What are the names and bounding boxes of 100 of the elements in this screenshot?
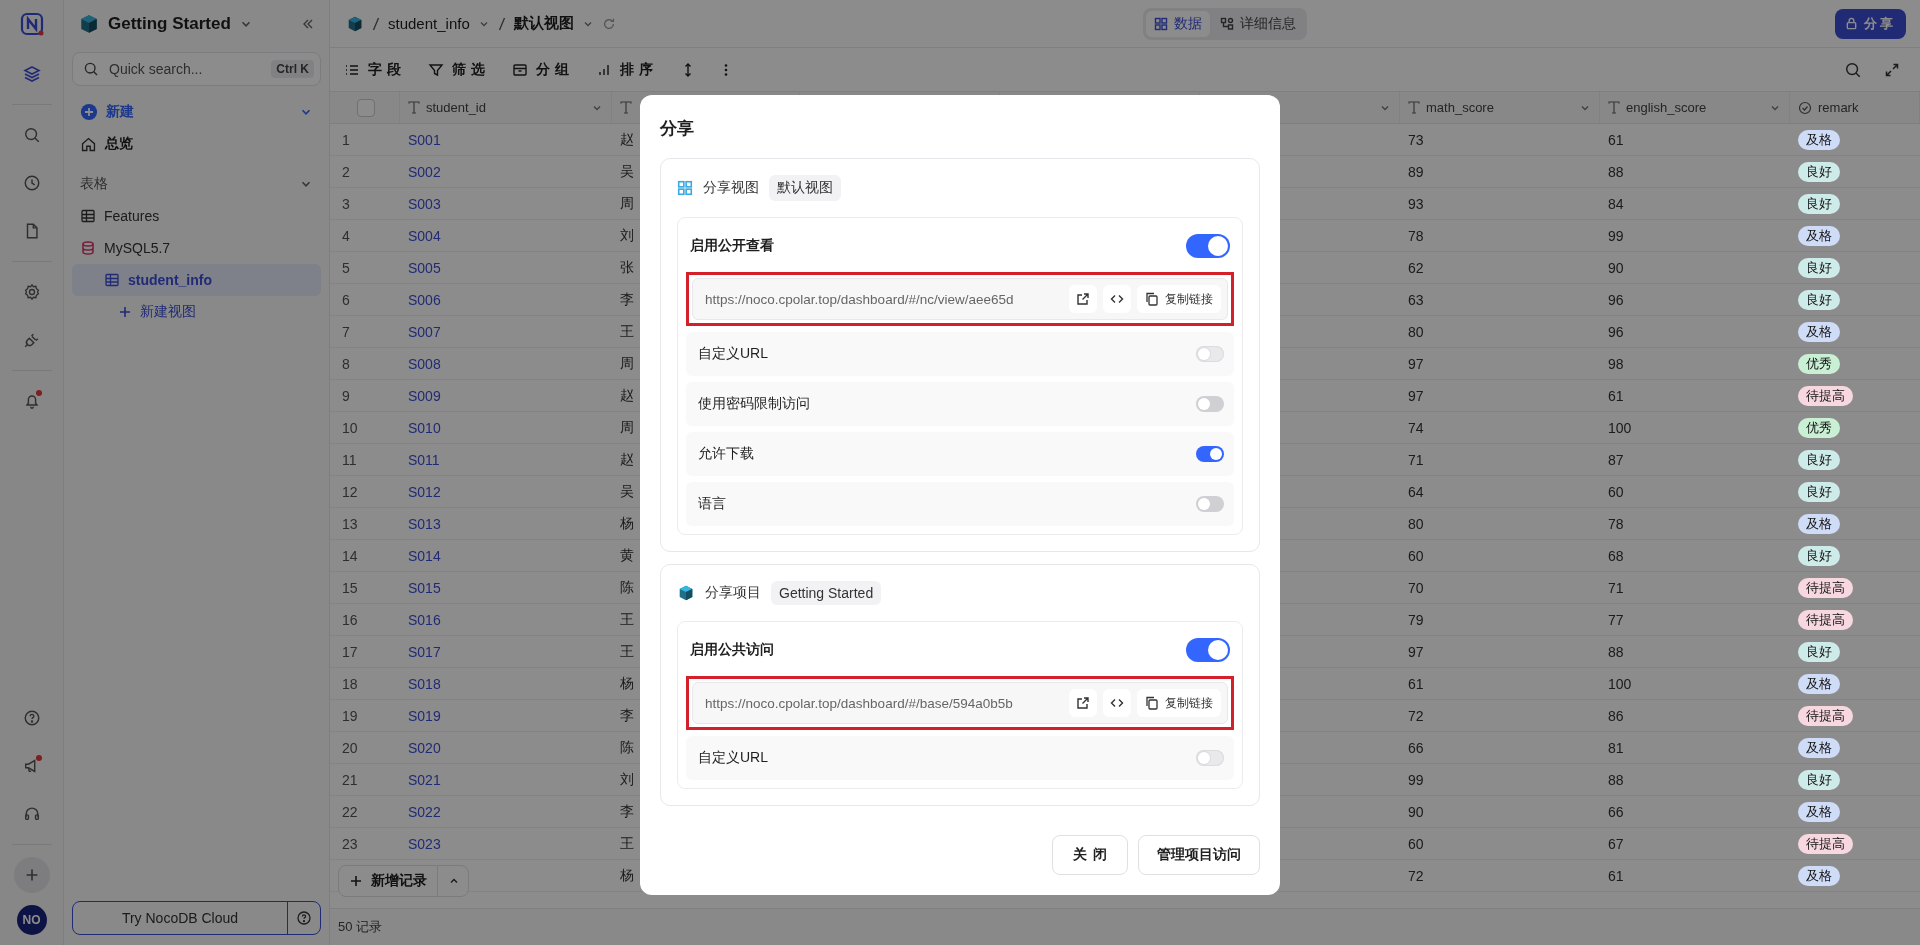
table-cell: 李 xyxy=(620,290,634,309)
select-all-checkbox[interactable] xyxy=(356,98,375,117)
table-cell: S001 xyxy=(408,131,441,148)
embed-button[interactable] xyxy=(1103,689,1131,717)
copy-icon xyxy=(1145,696,1159,710)
open-link-button[interactable] xyxy=(1069,285,1097,313)
manage-access-button[interactable]: 管理项目访问 xyxy=(1138,835,1260,875)
status-tag: 及格 xyxy=(1798,129,1840,150)
table-cell: 88 xyxy=(1608,771,1624,788)
toggle-switch[interactable] xyxy=(1196,396,1224,412)
copy-link-button[interactable]: 复制链接 xyxy=(1137,285,1221,313)
section-label: 分享视图 xyxy=(703,179,759,197)
user-avatar[interactable]: NO xyxy=(16,905,47,935)
table-cell: S014 xyxy=(408,547,441,564)
expand-icon[interactable] xyxy=(1884,61,1900,78)
new-button[interactable]: 新建 xyxy=(106,103,134,121)
status-tag: 待提高 xyxy=(1798,609,1853,630)
toggle-switch[interactable] xyxy=(1196,446,1224,462)
table-cell: 68 xyxy=(1608,547,1624,564)
option-label: 启用公开查看 xyxy=(690,237,774,255)
status-tag: 良好 xyxy=(1798,193,1840,214)
dialog-title: 分享 xyxy=(660,118,695,140)
row-number: 14 xyxy=(342,547,358,564)
status-tag: 良好 xyxy=(1798,289,1840,310)
table-cell: S023 xyxy=(408,835,441,852)
share-button[interactable]: 分享 xyxy=(1835,8,1906,39)
sidebar-item[interactable]: student_info xyxy=(72,264,321,296)
close-button[interactable]: 关闭 xyxy=(1052,835,1128,875)
option-label: 使用密码限制访问 xyxy=(698,395,810,413)
toggle-switch[interactable] xyxy=(1186,638,1230,662)
row-number: 7 xyxy=(342,323,350,340)
table-cell: S015 xyxy=(408,579,441,596)
table-cell: 周 xyxy=(620,354,634,373)
sidebar-nav-button[interactable] xyxy=(13,857,50,893)
overview-link[interactable]: 总览 xyxy=(105,135,133,153)
table-cell: 71 xyxy=(1608,579,1624,596)
table-cell: 王 xyxy=(620,642,634,661)
row-number: 16 xyxy=(342,611,358,628)
table-cell: 刘 xyxy=(620,226,634,245)
sidebar-item[interactable]: 新建视图 xyxy=(72,296,321,328)
column-header[interactable]: remark xyxy=(1818,100,1859,115)
toggle-switch[interactable] xyxy=(1196,496,1224,512)
copy-link-button[interactable]: 复制链接 xyxy=(1137,689,1221,717)
table-cell: 赵 xyxy=(620,450,634,469)
table-cell: S017 xyxy=(408,643,441,660)
toolbar-button[interactable]: 筛选 xyxy=(428,60,490,79)
external-link-icon xyxy=(1076,292,1090,306)
sidebar-item[interactable]: Features xyxy=(72,200,321,232)
table-cell: 66 xyxy=(1608,803,1624,820)
toggle-switch[interactable] xyxy=(1186,234,1230,258)
view-tab[interactable]: 数据 xyxy=(1146,10,1211,37)
logo-icon[interactable] xyxy=(19,12,44,36)
refresh-icon[interactable] xyxy=(601,16,616,31)
row-number: 8 xyxy=(342,355,350,372)
search-input[interactable]: Quick search... xyxy=(107,60,264,78)
column-header[interactable]: english_score xyxy=(1626,100,1707,115)
check-circle-icon xyxy=(1798,100,1812,115)
sidebar-item[interactable]: MySQL5.7 xyxy=(72,232,321,264)
table-cell: S022 xyxy=(408,803,441,820)
open-link-button[interactable] xyxy=(1069,689,1097,717)
view-tab[interactable]: 详细信息 xyxy=(1212,10,1305,37)
search-icon[interactable] xyxy=(1844,60,1862,79)
table-cell: 78 xyxy=(1408,227,1424,244)
status-tag: 及格 xyxy=(1798,513,1840,534)
table-cell: S002 xyxy=(408,163,441,180)
row-number: 22 xyxy=(342,803,358,820)
row-number: 2 xyxy=(342,163,350,180)
row-number: 12 xyxy=(342,483,358,500)
column-header[interactable]: math_score xyxy=(1426,100,1494,115)
table-cell: 98 xyxy=(1608,355,1624,372)
url-text: https://noco.cpolar.top/dashboard/#/base/594a0b5b xyxy=(705,695,1014,711)
status-tag: 良好 xyxy=(1798,769,1840,790)
breadcrumb-item[interactable]: 默认视图 xyxy=(513,14,574,33)
table-cell: 72 xyxy=(1408,707,1424,724)
embed-button[interactable] xyxy=(1103,285,1131,313)
table-cell: S016 xyxy=(408,611,441,628)
workspace-title[interactable]: Getting Started xyxy=(108,14,231,34)
table-cell: 王 xyxy=(620,322,634,341)
toolbar-button[interactable]: 字段 xyxy=(344,60,406,79)
collapse-icon[interactable] xyxy=(301,17,315,31)
toolbar-button[interactable]: 分组 xyxy=(512,60,574,79)
target-chip: Getting Started xyxy=(771,581,882,605)
table-cell: 吴 xyxy=(620,482,634,501)
lock-icon xyxy=(1845,17,1858,30)
table-cell: S006 xyxy=(408,291,441,308)
toolbar-button[interactable]: 排序 xyxy=(596,60,658,79)
table-cell: 王 xyxy=(620,610,634,629)
status-tag: 优秀 xyxy=(1798,353,1840,374)
column-header[interactable]: student_id xyxy=(426,100,486,115)
table-cell: 78 xyxy=(1608,515,1624,532)
status-tag: 及格 xyxy=(1798,225,1840,246)
clock-icon xyxy=(22,174,41,192)
table-cell: 60 xyxy=(1408,547,1424,564)
table-cell: 73 xyxy=(1408,131,1424,148)
table-cell: 71 xyxy=(1408,451,1424,468)
table-cell: 77 xyxy=(1608,611,1624,628)
code-icon xyxy=(1110,292,1124,306)
breadcrumb-item[interactable]: student_info xyxy=(388,15,470,32)
search-field[interactable]: Quick search... Ctrl K xyxy=(72,52,321,86)
grid-icon xyxy=(1154,16,1169,31)
